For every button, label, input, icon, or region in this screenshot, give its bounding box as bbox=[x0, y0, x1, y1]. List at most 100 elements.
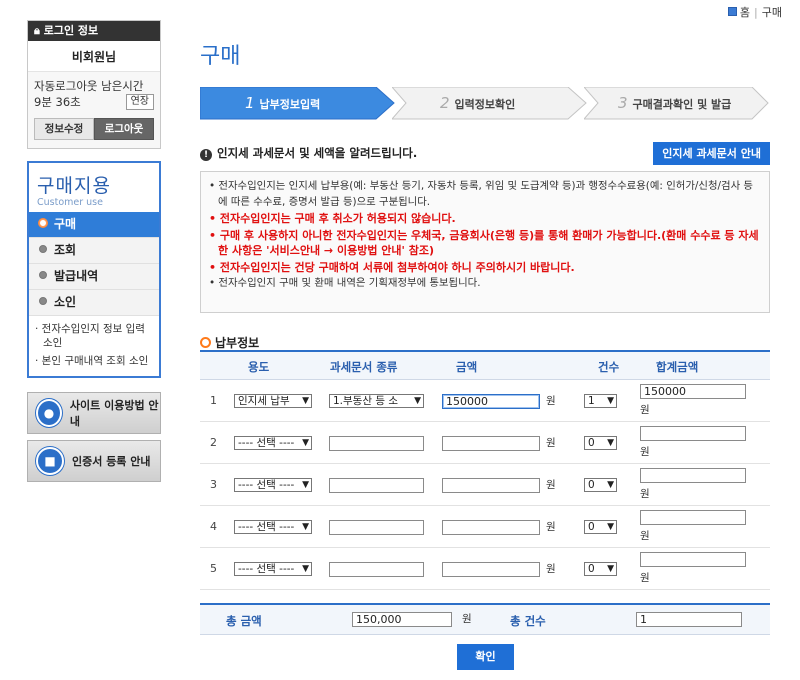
unit-label: 원 bbox=[546, 395, 556, 407]
amount-input[interactable] bbox=[442, 478, 540, 493]
amount-input[interactable] bbox=[442, 436, 540, 451]
auto-logout: 자동로그아웃 남은시간 9분 36초 연장 bbox=[28, 72, 160, 112]
usage-select[interactable]: 인지세 납부 ▼ bbox=[234, 394, 312, 408]
notice-item-warning: • 전자수입인지는 구매 후 취소가 허용되지 않습니다. bbox=[209, 212, 456, 225]
doc-type-field[interactable] bbox=[329, 520, 424, 535]
sidebar-item-inquiry[interactable]: 조회 bbox=[29, 237, 159, 263]
nav-separator: | bbox=[754, 6, 758, 19]
unit-label: 원 bbox=[640, 572, 650, 584]
bullet-icon bbox=[39, 271, 47, 279]
usage-select[interactable]: ---- 선택 ---- ▼ bbox=[234, 562, 312, 576]
stamp-submenu: · 전자수입인지 정보 입력 소인 · 본인 구매내역 조회 소인 bbox=[29, 315, 159, 376]
usage-select[interactable]: ---- 선택 ---- ▼ bbox=[234, 436, 312, 450]
lock-icon: 🔒︎ bbox=[34, 24, 40, 37]
lock-icon: ■ bbox=[36, 447, 64, 475]
count-select-value: 1 bbox=[588, 395, 595, 407]
cert-guide-button[interactable]: ■ 인증서 등록 안내 bbox=[27, 440, 161, 482]
row-number: 1 bbox=[210, 394, 217, 407]
chevron-down-icon: ▼ bbox=[302, 564, 309, 574]
cert-guide-label: 인증서 등록 안내 bbox=[72, 455, 151, 468]
doc-type-field[interactable] bbox=[329, 436, 424, 451]
usage-select-value: 인지세 납부 bbox=[238, 395, 290, 407]
unit-label: 원 bbox=[640, 488, 650, 500]
tax-doc-guide-button[interactable]: 인지세 과세문서 안내 bbox=[653, 142, 770, 165]
total-count-label: 총 건수 bbox=[510, 614, 546, 628]
site-guide-label: 사이트 이용방법 안내 bbox=[69, 399, 159, 428]
sidebar-item-label: 구매 bbox=[54, 217, 77, 231]
submenu-item-input-stamp[interactable]: · 전자수입인지 정보 입력 소인 bbox=[35, 322, 153, 350]
table-row: 3 ---- 선택 ---- ▼ 원 0 ▼ 원 bbox=[200, 464, 770, 506]
confirm-button[interactable]: 확인 bbox=[457, 644, 514, 670]
login-info-title: 로그인 정보 bbox=[43, 24, 99, 37]
extend-button[interactable]: 연장 bbox=[125, 94, 154, 110]
chevron-down-icon: ▼ bbox=[302, 522, 309, 532]
sidebar-item-label: 소인 bbox=[54, 295, 77, 309]
doc-type-field[interactable] bbox=[329, 562, 424, 577]
col-count: 건수 bbox=[598, 360, 620, 374]
chevron-down-icon: ▼ bbox=[607, 438, 614, 448]
bullet-icon bbox=[39, 297, 47, 305]
sum-field bbox=[640, 468, 746, 483]
sum-field bbox=[640, 426, 746, 441]
login-info-box: 🔒︎ 로그인 정보 비회원님 자동로그아웃 남은시간 9분 36초 연장 정보수… bbox=[27, 20, 161, 149]
doc-type-field[interactable] bbox=[329, 478, 424, 493]
site-guide-button[interactable]: ● 사이트 이용방법 안내 bbox=[27, 392, 161, 434]
step-1: 1 납부정보입력 bbox=[200, 87, 396, 120]
auto-logout-label: 자동로그아웃 남은시간 bbox=[34, 79, 144, 93]
amount-input[interactable]: 150000 bbox=[442, 394, 540, 409]
step-3: 3 구매결과확인 및 발급 bbox=[584, 87, 770, 120]
count-select-value: 0 bbox=[588, 437, 595, 449]
sum-field bbox=[640, 552, 746, 567]
page-title: 구매 bbox=[200, 44, 241, 69]
doc-type-select-value: 1.부동산 등 소 bbox=[333, 395, 398, 407]
sidebar-item-label: 발급내역 bbox=[54, 269, 99, 283]
doc-type-select[interactable]: 1.부동산 등 소 ▼ bbox=[329, 394, 424, 408]
count-select[interactable]: 0 ▼ bbox=[584, 436, 617, 450]
amount-input[interactable] bbox=[442, 520, 540, 535]
row-number: 3 bbox=[210, 478, 217, 491]
home-link[interactable]: 홈 bbox=[740, 6, 750, 19]
sidebar-item-stamp[interactable]: 소인 bbox=[29, 289, 159, 315]
count-select-value: 0 bbox=[588, 563, 595, 575]
step-3-number: 3 bbox=[618, 94, 628, 112]
usage-select-value: ---- 선택 ---- bbox=[238, 563, 295, 575]
count-select[interactable]: 0 ▼ bbox=[584, 520, 617, 534]
unit-label: 원 bbox=[546, 521, 556, 533]
amount-input[interactable] bbox=[442, 562, 540, 577]
row-number: 4 bbox=[210, 520, 217, 533]
sidebar-item-issue-history[interactable]: 발급내역 bbox=[29, 263, 159, 289]
user-name: 비회원님 bbox=[28, 41, 160, 72]
unit-label: 원 bbox=[546, 563, 556, 575]
count-select[interactable]: 1 ▼ bbox=[584, 394, 617, 408]
step-indicator: 1 납부정보입력 2 입력정보확인 3 구매결과확인 및 발급 bbox=[200, 87, 770, 121]
step-2-number: 2 bbox=[440, 94, 450, 112]
section-title-text: 납부정보 bbox=[215, 336, 260, 350]
sum-field bbox=[640, 510, 746, 525]
breadcrumb-current[interactable]: 구매 bbox=[762, 6, 782, 19]
notice-item: • 전자수입인지는 인지세 납부용(예: 부동산 등기, 자동차 등록, 위임 … bbox=[209, 180, 753, 208]
edit-info-button[interactable]: 정보수정 bbox=[34, 118, 94, 140]
count-select[interactable]: 0 ▼ bbox=[584, 562, 617, 576]
home-icon bbox=[727, 7, 737, 16]
step-2: 2 입력정보확인 bbox=[392, 87, 588, 120]
total-bar: 총 금액 150,000 원 총 건수 1 bbox=[200, 603, 770, 635]
chevron-down-icon: ▼ bbox=[607, 564, 614, 574]
customer-menu: 구매지용 Customer use 구매 조회 발급내역 소인 · 전자수입인지… bbox=[27, 161, 161, 378]
usage-select[interactable]: ---- 선택 ---- ▼ bbox=[234, 520, 312, 534]
usage-select-value: ---- 선택 ---- bbox=[238, 437, 295, 449]
sum-field: 150000 bbox=[640, 384, 746, 399]
logout-button[interactable]: 로그아웃 bbox=[94, 118, 154, 140]
col-doc-type: 과세문서 종류 bbox=[330, 360, 398, 374]
payment-table: 용도 과세문서 종류 금액 건수 합계금액 1 인지세 납부 ▼ 1.부동산 등 … bbox=[200, 350, 770, 590]
sidebar-item-purchase[interactable]: 구매 bbox=[29, 212, 159, 237]
col-usage: 용도 bbox=[248, 360, 270, 374]
bullet-icon bbox=[39, 219, 47, 227]
count-select[interactable]: 0 ▼ bbox=[584, 478, 617, 492]
notice-item: • 전자수입인지 구매 및 환매 내역은 기획재정부에 통보됩니다. bbox=[209, 277, 481, 289]
menu-title: 구매지용 bbox=[37, 175, 111, 197]
total-unit-label: 원 bbox=[462, 613, 472, 625]
bullet-icon bbox=[39, 245, 47, 253]
submenu-item-history-stamp[interactable]: · 본인 구매내역 조회 소인 bbox=[35, 354, 153, 368]
usage-select[interactable]: ---- 선택 ---- ▼ bbox=[234, 478, 312, 492]
table-row: 1 인지세 납부 ▼ 1.부동산 등 소 ▼ 150000 원 1 ▼ 150000 … bbox=[200, 380, 770, 422]
